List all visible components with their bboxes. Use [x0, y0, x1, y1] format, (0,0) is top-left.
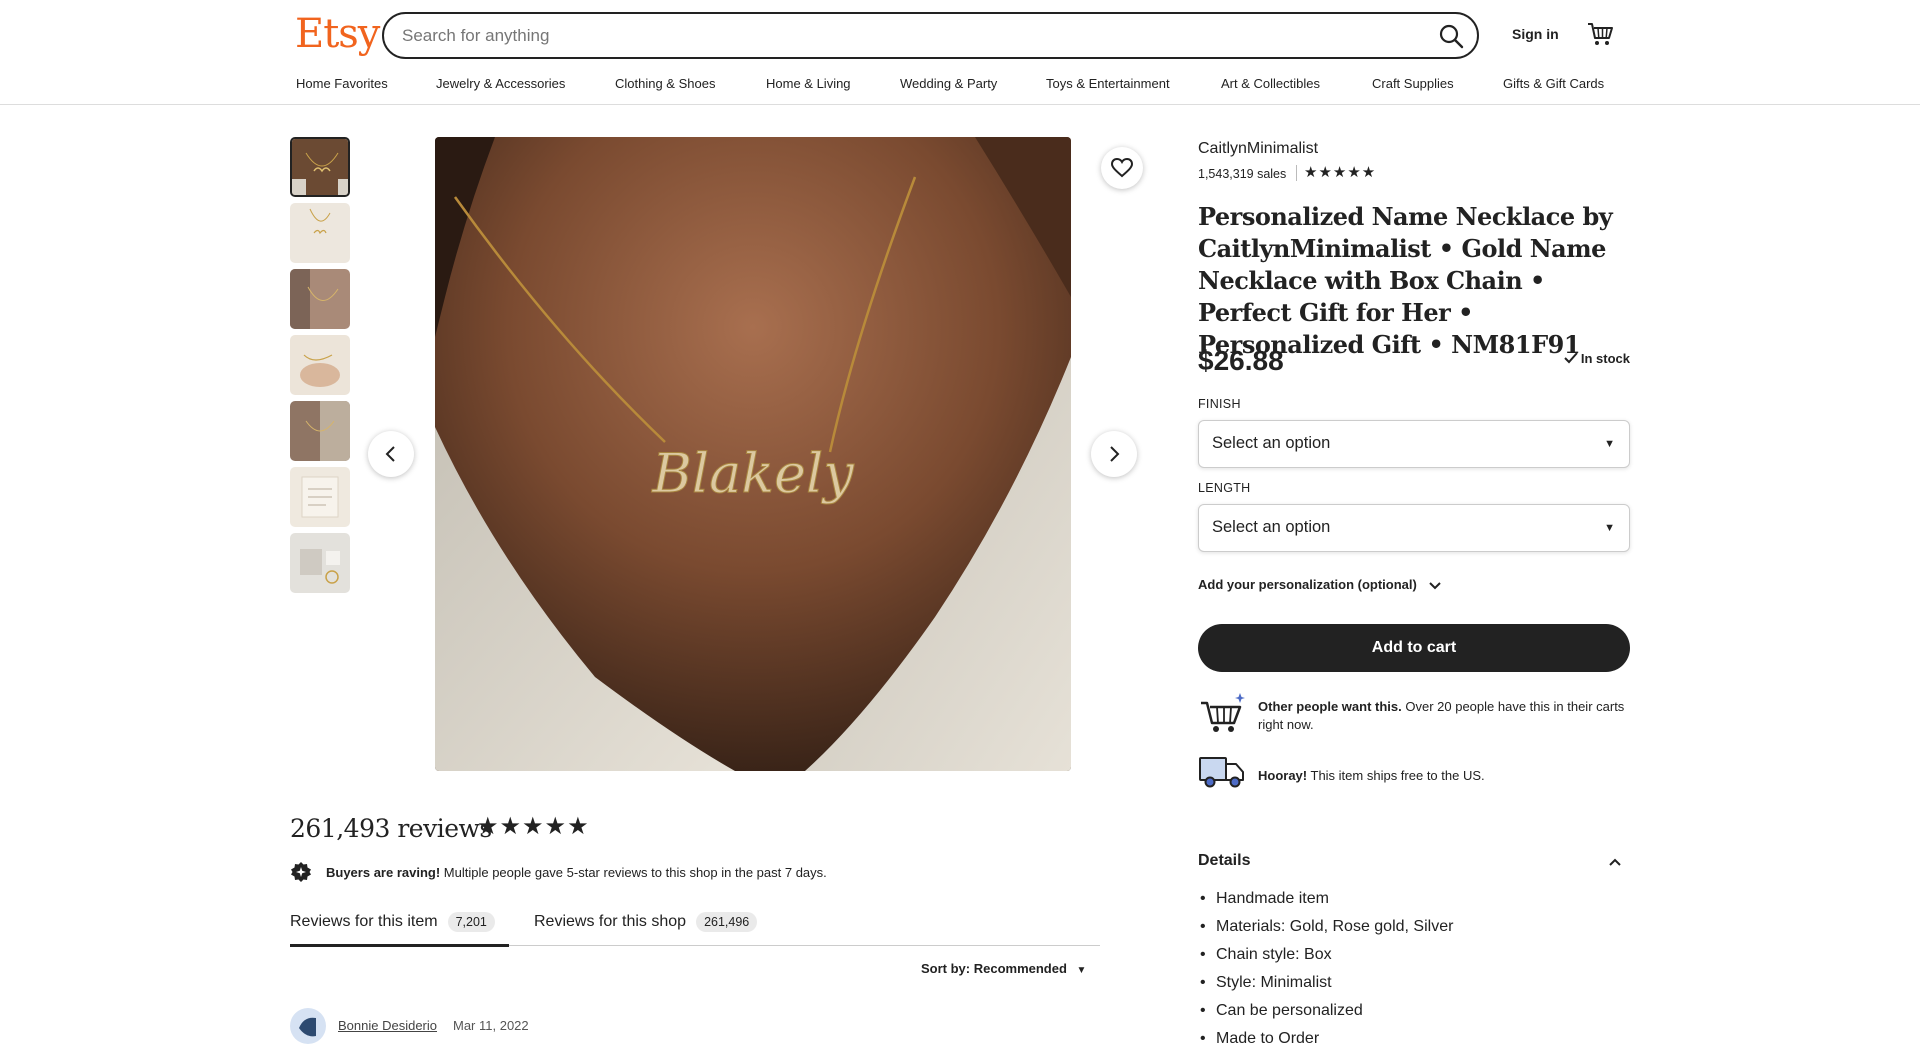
etsy-logo[interactable]: Etsy: [295, 11, 380, 57]
finish-label: FINISH: [1198, 397, 1241, 411]
heart-icon: [1111, 158, 1133, 178]
details-item: Made to Order: [1198, 1025, 1453, 1050]
details-item: Chain style: Box: [1198, 941, 1453, 969]
active-tab-indicator: [290, 944, 509, 947]
details-item: Can be personalized: [1198, 997, 1453, 1025]
necklace-name-text: Blakely: [651, 442, 855, 505]
buyers-raving-notice: Buyers are raving! Multiple people gave …: [326, 865, 827, 880]
chevron-up-icon[interactable]: [1608, 855, 1622, 869]
tab-reviews-for-shop-label: Reviews for this shop: [534, 913, 687, 931]
stock-status: In stock: [1563, 351, 1630, 366]
demand-notice-bold: Other people want this.: [1258, 699, 1402, 714]
product-main-image[interactable]: Blakely: [435, 137, 1071, 771]
shipping-notice-bold: Hooray!: [1258, 768, 1308, 783]
nav-clothing-shoes[interactable]: Clothing & Shoes: [615, 76, 715, 91]
details-item: Materials: Gold, Rose gold, Silver: [1198, 913, 1453, 941]
category-nav: Home Favorites Jewelry & Accessories Clo…: [296, 76, 1616, 96]
sparkle-badge-icon: [291, 862, 311, 882]
nav-toys-entertainment[interactable]: Toys & Entertainment: [1046, 76, 1170, 91]
reviewer-avatar[interactable]: [290, 1008, 326, 1044]
add-to-cart-button[interactable]: Add to cart: [1198, 624, 1630, 672]
shipping-notice-text: This item ships free to the US.: [1307, 768, 1485, 783]
buyers-raving-text: Multiple people gave 5-star reviews to t…: [440, 865, 827, 880]
thumbnail-6[interactable]: [290, 467, 350, 527]
next-image-button[interactable]: [1091, 431, 1137, 477]
chevron-left-icon: [385, 446, 395, 462]
dropdown-arrow-icon: ▼: [1076, 965, 1087, 976]
tab-reviews-for-item[interactable]: Reviews for this item 7,201: [290, 912, 495, 932]
sort-label: Sort by: Recommended: [921, 961, 1067, 976]
cart-icon[interactable]: [1586, 20, 1614, 48]
thumbnail-7[interactable]: [290, 533, 350, 593]
nav-wedding-party[interactable]: Wedding & Party: [900, 76, 997, 91]
demand-notice: Other people want this. Over 20 people h…: [1258, 698, 1630, 734]
nav-home-favorites[interactable]: Home Favorites: [296, 76, 388, 91]
details-list: Handmade item Materials: Gold, Rose gold…: [1198, 885, 1453, 1050]
reviews-stars: ★★★★★: [477, 813, 590, 840]
tab-reviews-for-shop-count: 261,496: [696, 912, 758, 932]
nav-jewelry-accessories[interactable]: Jewelry & Accessories: [436, 76, 565, 91]
sales-count: 1,543,319 sales: [1198, 167, 1287, 181]
details-item: Handmade item: [1198, 885, 1453, 913]
finish-select-value: Select an option: [1212, 434, 1331, 452]
tab-reviews-for-item-label: Reviews for this item: [290, 913, 438, 931]
sign-in-link[interactable]: Sign in: [1512, 26, 1559, 42]
search-bar: [382, 12, 1479, 59]
dropdown-arrow-icon: ▼: [1604, 438, 1615, 450]
search-input[interactable]: [402, 24, 1382, 48]
length-select-value: Select an option: [1212, 518, 1331, 536]
chevron-down-icon[interactable]: [1428, 579, 1442, 593]
finish-select[interactable]: Select an option ▼: [1198, 420, 1630, 468]
nav-craft-supplies[interactable]: Craft Supplies: [1372, 76, 1454, 91]
personalization-toggle[interactable]: Add your personalization (optional): [1198, 577, 1417, 592]
details-heading[interactable]: Details: [1198, 852, 1250, 870]
tab-reviews-for-shop[interactable]: Reviews for this shop 261,496: [534, 912, 758, 932]
shopping-cart-illustration: [1201, 693, 1245, 732]
sort-dropdown[interactable]: Sort by: Recommended ▼: [921, 961, 1086, 976]
shop-rating-stars[interactable]: ★★★★★: [1304, 163, 1376, 181]
thumbnail-2[interactable]: [290, 203, 350, 263]
review-date: Mar 11, 2022: [453, 1018, 529, 1033]
product-title: Personalized Name Necklace by CaitlynMin…: [1198, 202, 1613, 359]
length-select[interactable]: Select an option ▼: [1198, 504, 1630, 552]
nav-home-living[interactable]: Home & Living: [766, 76, 851, 91]
dropdown-arrow-icon: ▼: [1604, 522, 1615, 534]
checkmark-icon: [1564, 352, 1578, 364]
tab-reviews-for-item-count: 7,201: [447, 912, 495, 932]
thumbnail-3[interactable]: [290, 269, 350, 329]
length-label: LENGTH: [1198, 481, 1251, 495]
thumbnail-5[interactable]: [290, 401, 350, 461]
favorite-button[interactable]: [1101, 147, 1143, 189]
nav-art-collectibles[interactable]: Art & Collectibles: [1221, 76, 1320, 91]
reviews-count: 261,493 reviews: [290, 814, 492, 843]
thumbnail-4[interactable]: [290, 335, 350, 395]
reviewer-name-link[interactable]: Bonnie Desiderio: [338, 1018, 437, 1033]
nav-gifts-gift-cards[interactable]: Gifts & Gift Cards: [1503, 76, 1604, 91]
search-icon[interactable]: [1437, 22, 1465, 50]
shipping-notice: Hooray! This item ships free to the US.: [1258, 767, 1630, 785]
previous-image-button[interactable]: [368, 431, 414, 477]
divider: [1296, 165, 1297, 181]
site-header: Etsy Sign in Home Favorites Jewelry & Ac…: [0, 0, 1920, 105]
chevron-right-icon: [1110, 446, 1120, 462]
shop-name-link[interactable]: CaitlynMinimalist: [1198, 140, 1318, 158]
details-item: Style: Minimalist: [1198, 969, 1453, 997]
delivery-truck-illustration: [1199, 757, 1244, 788]
stock-text: In stock: [1580, 351, 1630, 366]
thumbnail-1[interactable]: [290, 137, 350, 197]
buyers-raving-bold: Buyers are raving!: [326, 865, 441, 880]
product-price: $26.88: [1198, 345, 1284, 376]
